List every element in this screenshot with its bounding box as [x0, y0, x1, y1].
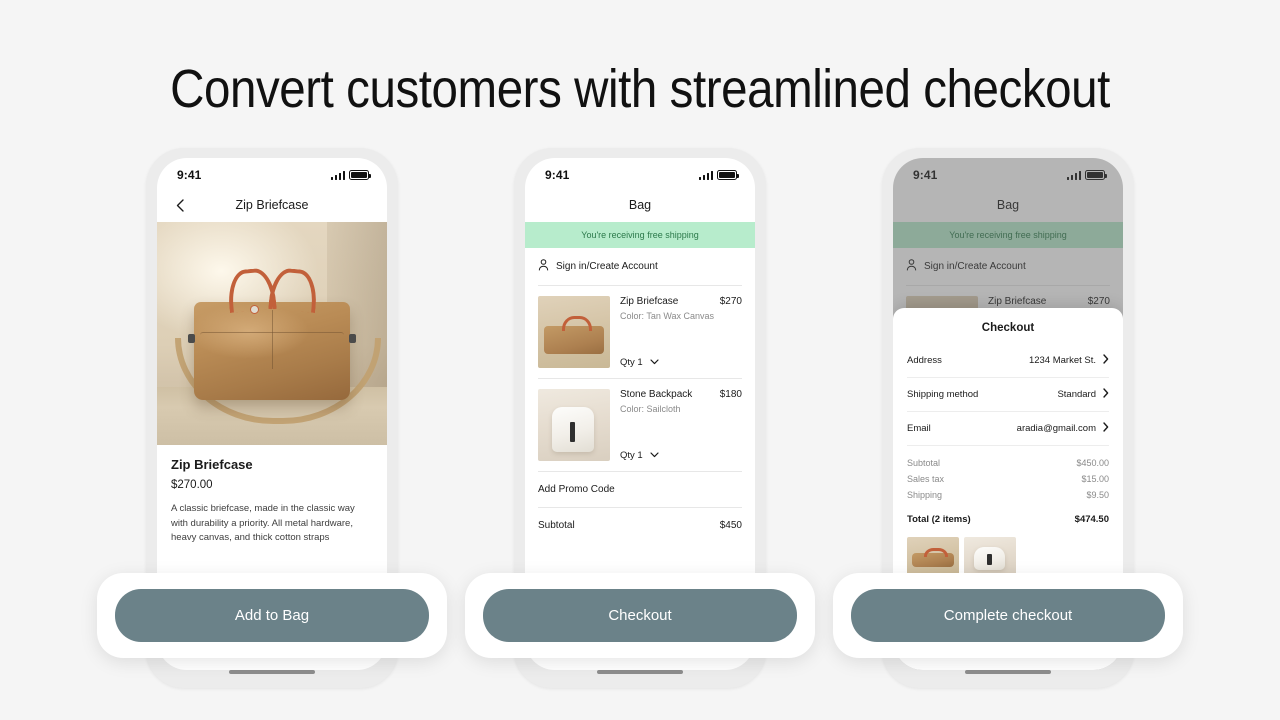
cart-item-name: Stone Backpack — [620, 389, 693, 400]
person-icon — [906, 259, 917, 274]
home-indicator — [229, 670, 315, 674]
quantity-selector[interactable]: Qty 1 — [620, 357, 742, 368]
signal-bars-icon — [330, 170, 345, 180]
total-value: $474.50 — [1074, 514, 1109, 525]
cart-item-name: Zip Briefcase — [620, 296, 679, 307]
complete-checkout-card: Complete checkout — [833, 573, 1183, 658]
checkout-card: Checkout — [465, 573, 815, 658]
order-total-row: Total (2 items) $474.50 — [907, 503, 1109, 525]
cart-item-thumbnail — [538, 296, 610, 368]
status-icons — [330, 170, 371, 180]
cart-item-variant: Color: Sailcloth — [620, 404, 681, 414]
chevron-down-icon — [650, 357, 659, 368]
total-label: Total (2 items) — [907, 514, 971, 525]
home-indicator — [965, 670, 1051, 674]
order-thumbnail — [964, 537, 1016, 575]
bag-nav-title: Bag — [628, 198, 652, 212]
product-price: $270.00 — [171, 479, 213, 491]
add-promo-code-row[interactable]: Add Promo Code — [525, 472, 755, 507]
signal-bars-icon — [698, 170, 713, 180]
quantity-selector[interactable]: Qty 1 — [620, 450, 742, 461]
checkout-row-address[interactable]: Address 1234 Market St. — [907, 344, 1109, 378]
cart-item[interactable]: Zip Briefcase $270 Color: Tan Wax Canvas… — [525, 286, 755, 378]
status-time: 9:41 — [913, 168, 938, 182]
checkout-sheet-title: Checkout — [981, 322, 1035, 334]
quantity-label: Qty 1 — [620, 450, 643, 461]
product-nav-bar: Zip Briefcase — [157, 188, 387, 222]
battery-icon — [1085, 170, 1107, 180]
email-label: Email — [907, 423, 931, 434]
cart-item-name: Zip Briefcase — [988, 296, 1047, 307]
checkout-button[interactable]: Checkout — [483, 589, 797, 642]
cart-item-variant: Color: Tan Wax Canvas — [620, 311, 715, 321]
status-icons — [698, 170, 739, 180]
status-bar: 9:41 — [157, 158, 387, 188]
quantity-label: Qty 1 — [620, 357, 643, 368]
summary-row-shipping: Shipping $9.50 — [907, 487, 1109, 503]
checkout-row-email[interactable]: Email aradia@gmail.com — [907, 412, 1109, 446]
status-bar: 9:41 — [893, 158, 1123, 188]
shipping-method-label: Shipping method — [907, 389, 979, 400]
page-title: Convert customers with streamlined check… — [170, 59, 1110, 119]
complete-checkout-button[interactable]: Complete checkout — [851, 589, 1165, 642]
chevron-left-icon[interactable] — [173, 198, 187, 212]
chevron-right-icon — [1103, 388, 1109, 401]
add-to-bag-card: Add to Bag — [97, 573, 447, 658]
cart-item-price: $270 — [1087, 296, 1110, 307]
product-nav-title: Zip Briefcase — [235, 198, 309, 212]
checkout-nav-title: Bag — [996, 198, 1020, 212]
product-details: Zip Briefcase $270.00 A classic briefcas… — [157, 445, 387, 546]
checkout-row-shipping-method[interactable]: Shipping method Standard — [907, 378, 1109, 412]
order-item-thumbnails — [907, 525, 1109, 575]
summary-label: Shipping — [907, 490, 943, 500]
bag-nav-bar: Bag — [525, 188, 755, 222]
summary-row-sales-tax: Sales tax $15.00 — [907, 471, 1109, 487]
subtotal-label: Subtotal — [538, 520, 575, 531]
status-time: 9:41 — [177, 168, 202, 182]
cart-item-thumbnail — [538, 389, 610, 461]
status-time: 9:41 — [545, 168, 570, 182]
battery-icon — [717, 170, 739, 180]
signal-bars-icon — [1066, 170, 1081, 180]
product-title: Zip Briefcase — [171, 457, 253, 472]
status-icons — [1066, 170, 1107, 180]
email-value: aradia@gmail.com — [1016, 423, 1096, 434]
product-description: A classic briefcase, made in the classic… — [171, 503, 355, 544]
cart-item-price: $270 — [719, 296, 742, 307]
summary-label: Subtotal — [907, 458, 941, 468]
summary-row-subtotal: Subtotal $450.00 — [907, 455, 1109, 471]
battery-icon — [349, 170, 371, 180]
add-to-bag-button[interactable]: Add to Bag — [115, 589, 429, 642]
order-summary: Subtotal $450.00 Sales tax $15.00 Shippi… — [907, 446, 1109, 525]
sign-in-label: Sign in/Create Account — [924, 261, 1026, 272]
cart-item[interactable]: Stone Backpack $180 Color: Sailcloth Qty… — [525, 379, 755, 471]
status-bar: 9:41 — [525, 158, 755, 188]
free-shipping-banner: You're receiving free shipping — [525, 222, 755, 248]
summary-value: $450.00 — [1076, 458, 1109, 468]
sign-in-row: Sign in/Create Account — [893, 248, 1123, 285]
free-shipping-banner: You're receiving free shipping — [893, 222, 1123, 248]
address-label: Address — [907, 355, 942, 366]
address-value: 1234 Market St. — [1028, 355, 1096, 366]
person-icon — [538, 259, 549, 274]
shipping-method-value: Standard — [1057, 389, 1096, 400]
summary-value: $15.00 — [1081, 474, 1109, 484]
chevron-right-icon — [1103, 422, 1109, 435]
product-hero-image — [157, 222, 387, 445]
subtotal-value: $450 — [719, 520, 742, 531]
chevron-right-icon — [1103, 354, 1109, 367]
summary-label: Sales tax — [907, 474, 945, 484]
summary-value: $9.50 — [1086, 490, 1109, 500]
home-indicator — [597, 670, 683, 674]
subtotal-row: Subtotal $450 — [525, 508, 755, 543]
checkout-nav-bar: Bag — [893, 188, 1123, 222]
sign-in-label: Sign in/Create Account — [556, 261, 658, 272]
order-thumbnail — [907, 537, 959, 575]
sign-in-row[interactable]: Sign in/Create Account — [525, 248, 755, 285]
cart-item-price: $180 — [719, 389, 742, 400]
chevron-down-icon — [650, 450, 659, 461]
